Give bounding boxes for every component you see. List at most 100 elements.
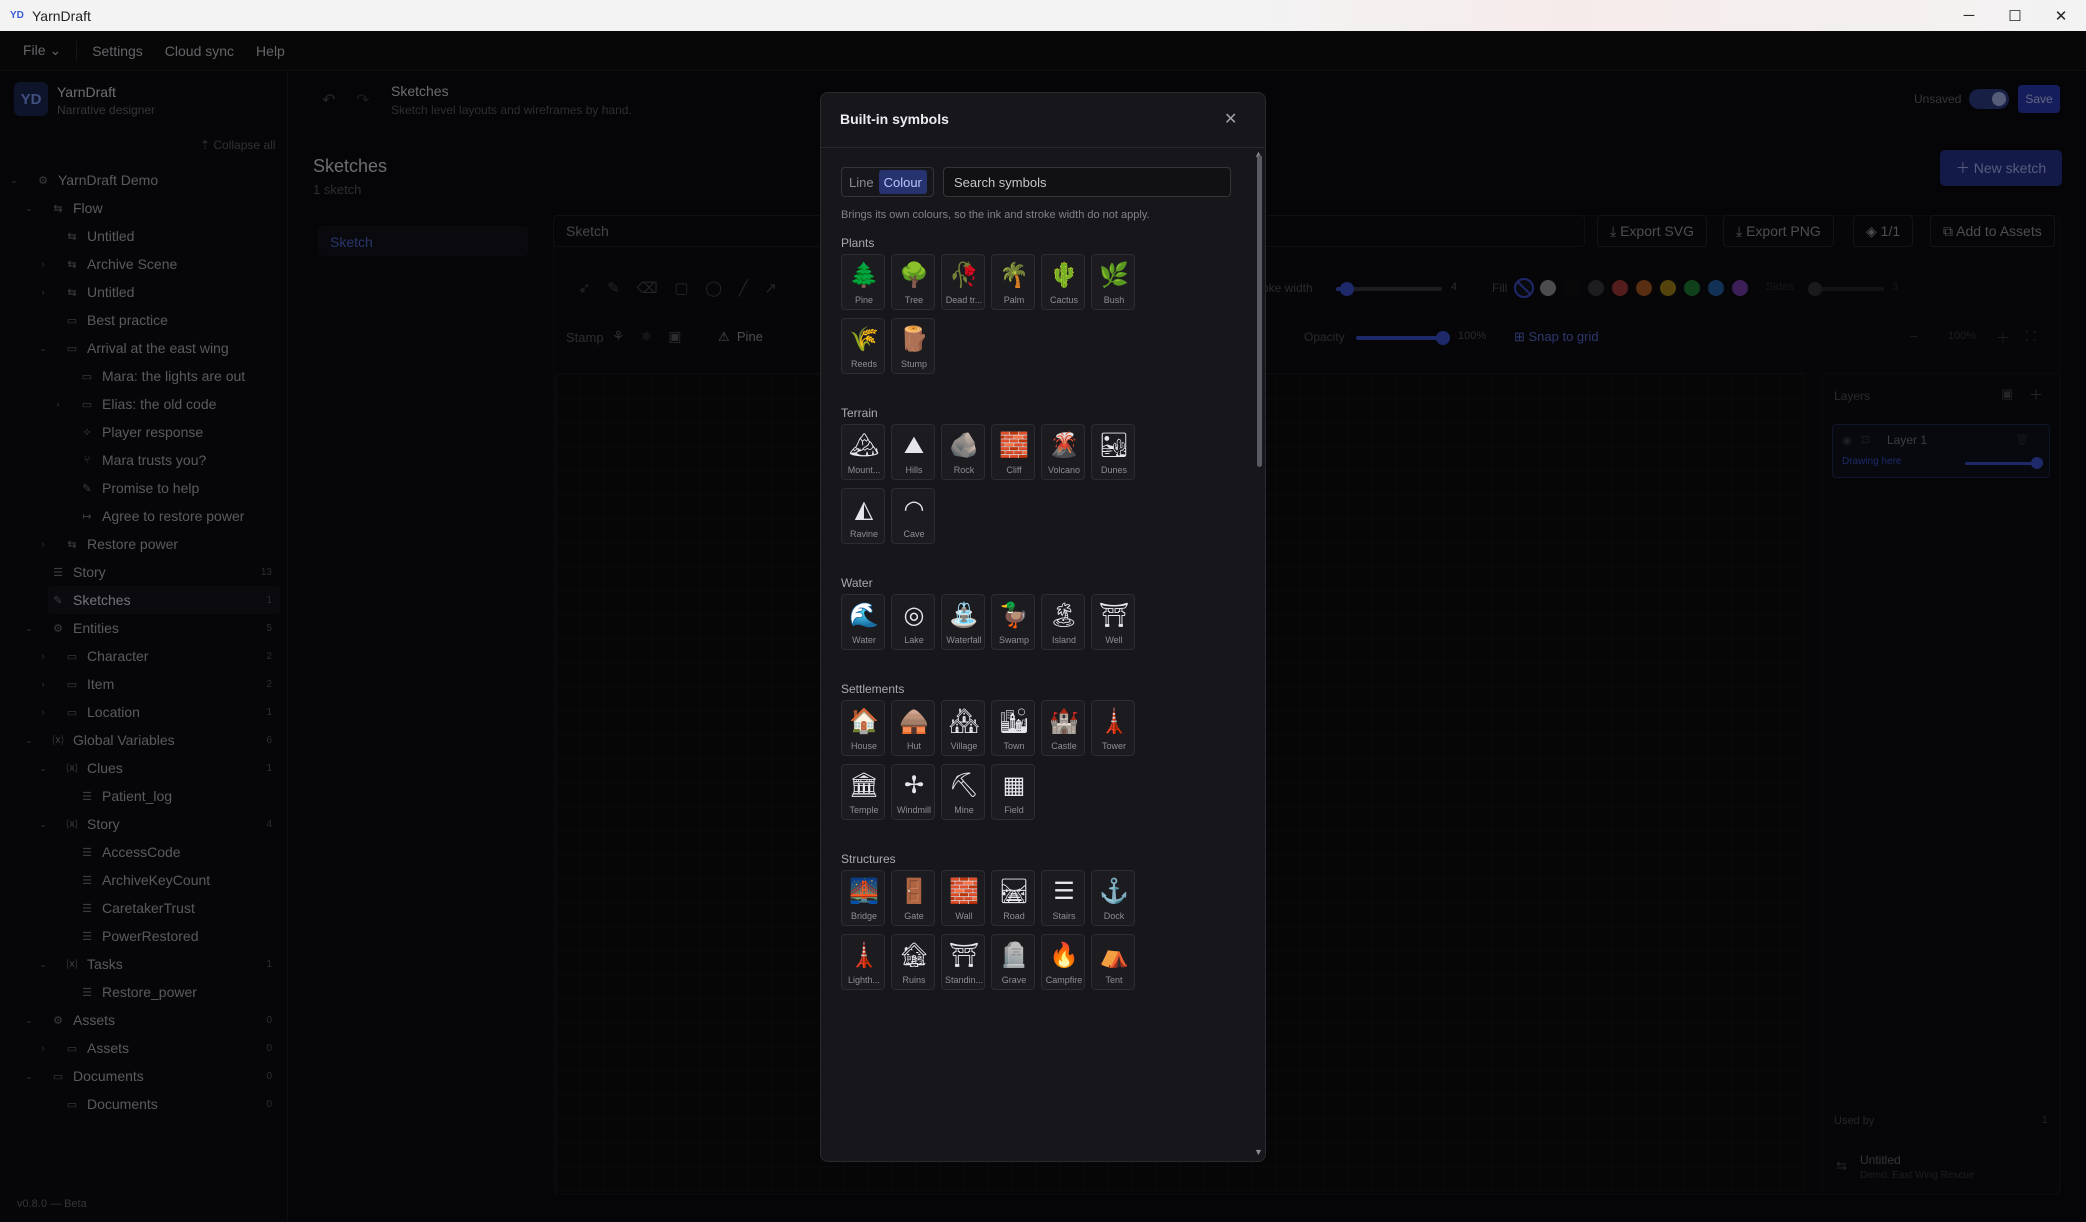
symbol-tile[interactable]: 🗼 Tower: [1091, 700, 1135, 756]
symbol-tile[interactable]: 🏰 Castle: [1041, 700, 1085, 756]
symbol-tile[interactable]: 🏔 Mount...: [841, 424, 885, 480]
symbol-tile[interactable]: 🌾 Reeds: [841, 318, 885, 374]
symbol-name: Village: [950, 741, 978, 751]
symbol-preview-icon: 🏝: [1048, 602, 1080, 629]
symbol-name: Cave: [903, 529, 925, 539]
symbol-tile[interactable]: 🌴 Palm: [991, 254, 1035, 310]
symbol-name: Waterfall: [946, 635, 982, 645]
symbol-tile[interactable]: ⛰ Hills: [891, 424, 935, 480]
symbol-tile[interactable]: 🏚 Ruins: [891, 934, 935, 990]
symbol-name: Mine: [954, 805, 974, 815]
scrollbar-thumb[interactable]: [1257, 155, 1262, 467]
symbol-tile[interactable]: 🛖 Hut: [891, 700, 935, 756]
symbol-name: Dunes: [1100, 465, 1127, 475]
symbol-name: Ruins: [902, 975, 926, 985]
symbol-name: Road: [1003, 911, 1025, 921]
symbol-name: Bridge: [850, 911, 877, 921]
symbol-tile[interactable]: ◎ Lake: [891, 594, 935, 650]
symbol-name: Stairs: [1052, 911, 1076, 921]
symbol-preview-icon: 🌴: [999, 262, 1029, 289]
symbol-tile[interactable]: 🪦 Grave: [991, 934, 1035, 990]
symbol-preview-icon: 🏰: [1049, 708, 1079, 735]
symbol-tile[interactable]: 🥀 Dead tr...: [941, 254, 985, 310]
symbol-name: Castle: [1051, 741, 1077, 751]
symbol-tile[interactable]: 🌊 Water: [841, 594, 885, 650]
symbol-preview-icon: ⛩: [948, 942, 980, 969]
maximize-button[interactable]: ☐: [1992, 0, 2038, 31]
symbol-name: Windmill: [896, 805, 931, 815]
symbol-name: Town: [1003, 741, 1025, 751]
symbol-name: Volcano: [1047, 465, 1081, 475]
symbol-tile[interactable]: ◭ Ravine: [841, 488, 885, 544]
symbol-preview-icon: 🪨: [949, 432, 979, 459]
symbol-preview-icon: 🏘: [948, 708, 980, 735]
close-dialog-button[interactable]: ✕: [1224, 109, 1237, 129]
window-titlebar: YD YarnDraft ─ ☐ ✕: [0, 0, 2086, 31]
symbol-tile[interactable]: 🏝 Island: [1041, 594, 1085, 650]
colour-mode-hint: Brings its own colours, so the ink and s…: [841, 209, 1150, 221]
symbol-tile[interactable]: 🏘 Village: [941, 700, 985, 756]
close-window-button[interactable]: ✕: [2038, 0, 2084, 31]
symbol-tile[interactable]: 🦆 Swamp: [991, 594, 1035, 650]
symbol-tile[interactable]: ⛏ Mine: [941, 764, 985, 820]
symbol-tile[interactable]: 🧱 Wall: [941, 870, 985, 926]
symbol-name: Grave: [1001, 975, 1027, 985]
symbol-tile[interactable]: ⚓ Dock: [1091, 870, 1135, 926]
symbol-tile[interactable]: 🔥 Campfire: [1041, 934, 1085, 990]
symbol-preview-icon: 🛤: [998, 878, 1030, 905]
symbol-tile[interactable]: 🏛 Temple: [841, 764, 885, 820]
symbol-preview-icon: ⛲: [949, 602, 979, 629]
symbol-name: Lake: [904, 635, 924, 645]
symbol-tile[interactable]: 🌲 Pine: [841, 254, 885, 310]
symbol-tile[interactable]: 🛤 Road: [991, 870, 1035, 926]
symbol-preview-icon: 🌊: [849, 602, 879, 629]
symbol-tile[interactable]: 🏠 House: [841, 700, 885, 756]
symbol-preview-icon: 🏚: [898, 942, 930, 969]
symbol-name: Hut: [906, 741, 921, 751]
dialog-title: Built-in symbols: [840, 111, 949, 127]
symbol-tile[interactable]: ⛩ Well: [1091, 594, 1135, 650]
symbol-name: Wall: [955, 911, 973, 921]
symbol-tile[interactable]: 🏙 Town: [991, 700, 1035, 756]
mode-colour-option[interactable]: Colour: [878, 170, 927, 194]
symbol-name: Cactus: [1049, 295, 1078, 305]
mode-line-option[interactable]: Line: [844, 170, 879, 194]
symbol-tile[interactable]: ▦ Field: [991, 764, 1035, 820]
symbol-tile[interactable]: 🗼 Lighth...: [841, 934, 885, 990]
symbol-search-input[interactable]: Search symbols: [943, 167, 1231, 197]
symbol-tile[interactable]: 🌋 Volcano: [1041, 424, 1085, 480]
symbol-preview-icon: ✢: [903, 772, 925, 799]
symbol-name: Pine: [854, 295, 873, 305]
minimize-button[interactable]: ─: [1946, 0, 1992, 31]
symbol-tile[interactable]: ✢ Windmill: [891, 764, 935, 820]
symbol-preview-icon: ⛏: [948, 772, 980, 799]
symbol-name: Tent: [1105, 975, 1123, 985]
symbol-tile[interactable]: 🪨 Rock: [941, 424, 985, 480]
scroll-down-icon[interactable]: ▼: [1254, 1147, 1263, 1157]
symbol-name: Island: [1051, 635, 1077, 645]
symbol-preview-icon: 🌵: [1049, 262, 1079, 289]
symbol-preview-icon: ◠: [903, 496, 925, 523]
symbol-tile[interactable]: 🌿 Bush: [1091, 254, 1135, 310]
symbol-tile[interactable]: 🌳 Tree: [891, 254, 935, 310]
symbol-tile[interactable]: ◠ Cave: [891, 488, 935, 544]
symbol-name: Water: [852, 635, 876, 645]
symbol-name: Tree: [904, 295, 924, 305]
symbol-preview-icon: 🚪: [899, 878, 929, 905]
symbol-tile[interactable]: 🏜 Dunes: [1091, 424, 1135, 480]
symbol-preview-icon: ◎: [903, 602, 925, 629]
symbol-preview-icon: ⛩: [1098, 602, 1130, 629]
symbol-tile[interactable]: ☰ Stairs: [1041, 870, 1085, 926]
symbol-name: Standin...: [944, 975, 984, 985]
section-heading: Settlements: [841, 682, 905, 696]
symbol-tile[interactable]: 🧱 Cliff: [991, 424, 1035, 480]
symbol-tile[interactable]: 🪵 Stump: [891, 318, 935, 374]
symbol-name: Gate: [904, 911, 924, 921]
symbol-tile[interactable]: ⛺ Tent: [1091, 934, 1135, 990]
symbol-tile[interactable]: ⛩ Standin...: [941, 934, 985, 990]
symbol-tile[interactable]: 🌉 Bridge: [841, 870, 885, 926]
symbol-tile[interactable]: 🚪 Gate: [891, 870, 935, 926]
symbol-tile[interactable]: 🌵 Cactus: [1041, 254, 1085, 310]
symbol-tile[interactable]: ⛲ Waterfall: [941, 594, 985, 650]
symbol-preview-icon: 🦆: [999, 602, 1029, 629]
